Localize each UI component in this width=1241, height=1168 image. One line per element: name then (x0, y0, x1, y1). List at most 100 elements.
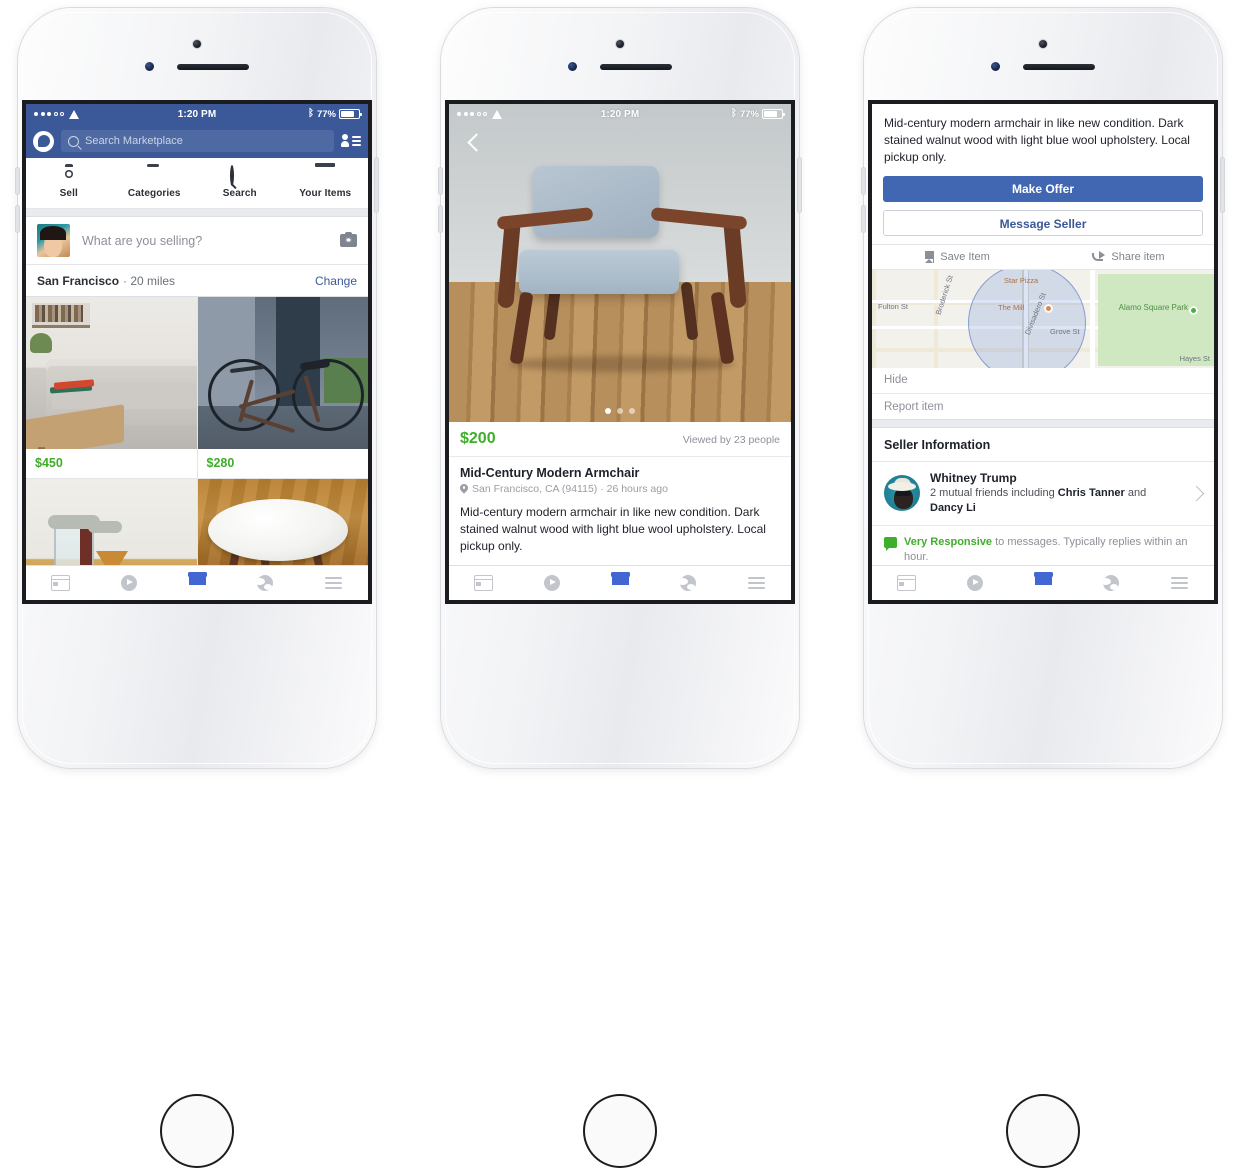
mutual-friend-2: Dancy Li (930, 501, 976, 514)
item-hero-image[interactable]: 1:20 PM ᛒ 77% (449, 104, 791, 422)
listing-card[interactable]: $280 (197, 297, 368, 479)
status-bar-time: 1:20 PM (177, 108, 217, 120)
quick-action-label: Search (222, 188, 257, 199)
camera-icon[interactable] (340, 231, 357, 247)
volume-down-button[interactable] (439, 206, 442, 232)
home-button[interactable] (1006, 1094, 1080, 1168)
quick-action-sell[interactable]: Sell (26, 167, 112, 199)
back-chevron-icon[interactable] (463, 132, 485, 154)
sell-composer[interactable]: What are you selling? (26, 217, 368, 265)
listing-card[interactable] (26, 479, 197, 565)
responsiveness-row: Very Responsive to messages. Typically r… (872, 526, 1214, 565)
tab-marketplace[interactable] (1009, 572, 1077, 590)
chevron-right-icon (1188, 485, 1205, 502)
report-item-row[interactable]: Report item (872, 394, 1214, 419)
hamburger-menu-icon (1171, 577, 1189, 589)
power-button[interactable] (1221, 158, 1224, 212)
messenger-icon[interactable] (33, 130, 54, 152)
marketplace-nav-bar: Search Marketplace (26, 124, 368, 158)
magnifier-icon (230, 165, 235, 186)
home-button[interactable] (160, 1094, 234, 1168)
bookmark-icon (925, 250, 935, 263)
home-button[interactable] (583, 1094, 657, 1168)
tab-marketplace[interactable] (586, 572, 654, 590)
hide-label: Hide (884, 374, 908, 387)
tab-videos[interactable] (94, 575, 162, 591)
listing-image-bicycle (197, 297, 368, 449)
search-placeholder: Search Marketplace (85, 135, 183, 147)
carousel-page-dots (449, 408, 791, 414)
item-price: $200 (460, 430, 496, 447)
marketplace-storefront-icon (1033, 572, 1053, 590)
poi-the-mill-icon (1044, 303, 1053, 313)
tab-menu[interactable] (723, 577, 791, 589)
volume-down-button[interactable] (16, 206, 19, 232)
phone-2-screen: 1:20 PM ᛒ 77% $200 Viewed by 23 people M… (449, 104, 791, 600)
tab-notifications[interactable] (654, 575, 722, 591)
location-distance: · 20 miles (123, 273, 176, 288)
volume-down-button[interactable] (862, 206, 865, 232)
message-seller-button[interactable]: Message Seller (883, 210, 1203, 236)
friend-requests-icon[interactable] (341, 133, 361, 149)
listings-column-left: $450 (26, 297, 198, 565)
proximity-sensor-icon (568, 62, 577, 71)
share-item-button[interactable]: Share item (1043, 251, 1214, 263)
volume-up-button[interactable] (16, 168, 19, 194)
listing-price: $450 (35, 456, 63, 470)
listing-card[interactable]: $450 (26, 297, 197, 479)
tab-news-feed[interactable] (26, 575, 94, 591)
listing-card[interactable] (197, 479, 368, 565)
tab-marketplace[interactable] (163, 572, 231, 590)
tab-videos[interactable] (940, 575, 1008, 591)
map-label: Grove St (1050, 326, 1080, 336)
listings-grid: $450 $280 (26, 297, 368, 565)
quick-action-categories[interactable]: Categories (112, 167, 198, 199)
tab-menu[interactable] (300, 577, 368, 589)
search-input[interactable]: Search Marketplace (61, 130, 334, 152)
tab-news-feed[interactable] (872, 575, 940, 591)
phone-3-screen: Mid-century modern armchair in like new … (872, 104, 1214, 600)
change-location-button[interactable]: Change (315, 274, 357, 288)
tab-notifications[interactable] (231, 575, 299, 591)
share-arrow-icon (1092, 251, 1106, 262)
proximity-sensor-icon (145, 62, 154, 71)
screenshot-root: 1:20 PM ᛒ 77% Search Marketplace Sell Ca… (0, 0, 1241, 1168)
share-item-label: Share item (1111, 250, 1165, 263)
bottom-tab-bar (872, 565, 1214, 600)
tab-notifications[interactable] (1077, 575, 1145, 591)
title-block: Mid-Century Modern Armchair San Francisc… (449, 457, 791, 495)
phone-1-screen: 1:20 PM ᛒ 77% Search Marketplace Sell Ca… (26, 104, 368, 600)
power-button[interactable] (798, 158, 801, 212)
globe-icon (257, 575, 274, 591)
item-description: Mid-century modern armchair in like new … (460, 505, 766, 553)
power-button[interactable] (375, 158, 378, 212)
location-city: San Francisco (37, 273, 120, 288)
hide-row[interactable]: Hide (872, 368, 1214, 394)
item-meta-text: San Francisco, CA (94115) · 26 hours ago (472, 483, 668, 495)
save-item-button[interactable]: Save Item (872, 250, 1043, 263)
play-circle-icon (966, 575, 983, 591)
tab-menu[interactable] (1146, 577, 1214, 589)
play-circle-icon (120, 575, 137, 591)
mutual-joiner: and (1124, 486, 1147, 499)
seller-information-title: Seller Information (872, 428, 1214, 462)
status-bar-time: 1:20 PM (600, 108, 640, 120)
seller-row[interactable]: Whitney Trump 2 mutual friends including… (872, 462, 1214, 526)
make-offer-button[interactable]: Make Offer (883, 176, 1203, 202)
save-item-label: Save Item (940, 250, 990, 263)
quick-action-your-items[interactable]: Your Items (283, 167, 369, 199)
quick-action-label: Sell (59, 188, 78, 199)
phone-2-item-detail: 1:20 PM ᛒ 77% $200 Viewed by 23 people M… (439, 8, 801, 1168)
tab-news-feed[interactable] (449, 575, 517, 591)
proximity-sensor-icon (991, 62, 1000, 71)
map-label: Fulton St (878, 301, 909, 311)
volume-up-button[interactable] (862, 168, 865, 194)
volume-up-button[interactable] (439, 168, 442, 194)
earpiece-speaker (600, 64, 672, 70)
seller-info: Whitney Trump 2 mutual friends including… (930, 471, 1181, 516)
quick-action-search[interactable]: Search (197, 165, 283, 199)
marketplace-storefront-icon (610, 572, 630, 590)
location-map[interactable]: Fulton St Broderick St Divisadero St Gro… (872, 269, 1214, 368)
avatar (884, 475, 920, 512)
tab-videos[interactable] (517, 575, 585, 591)
